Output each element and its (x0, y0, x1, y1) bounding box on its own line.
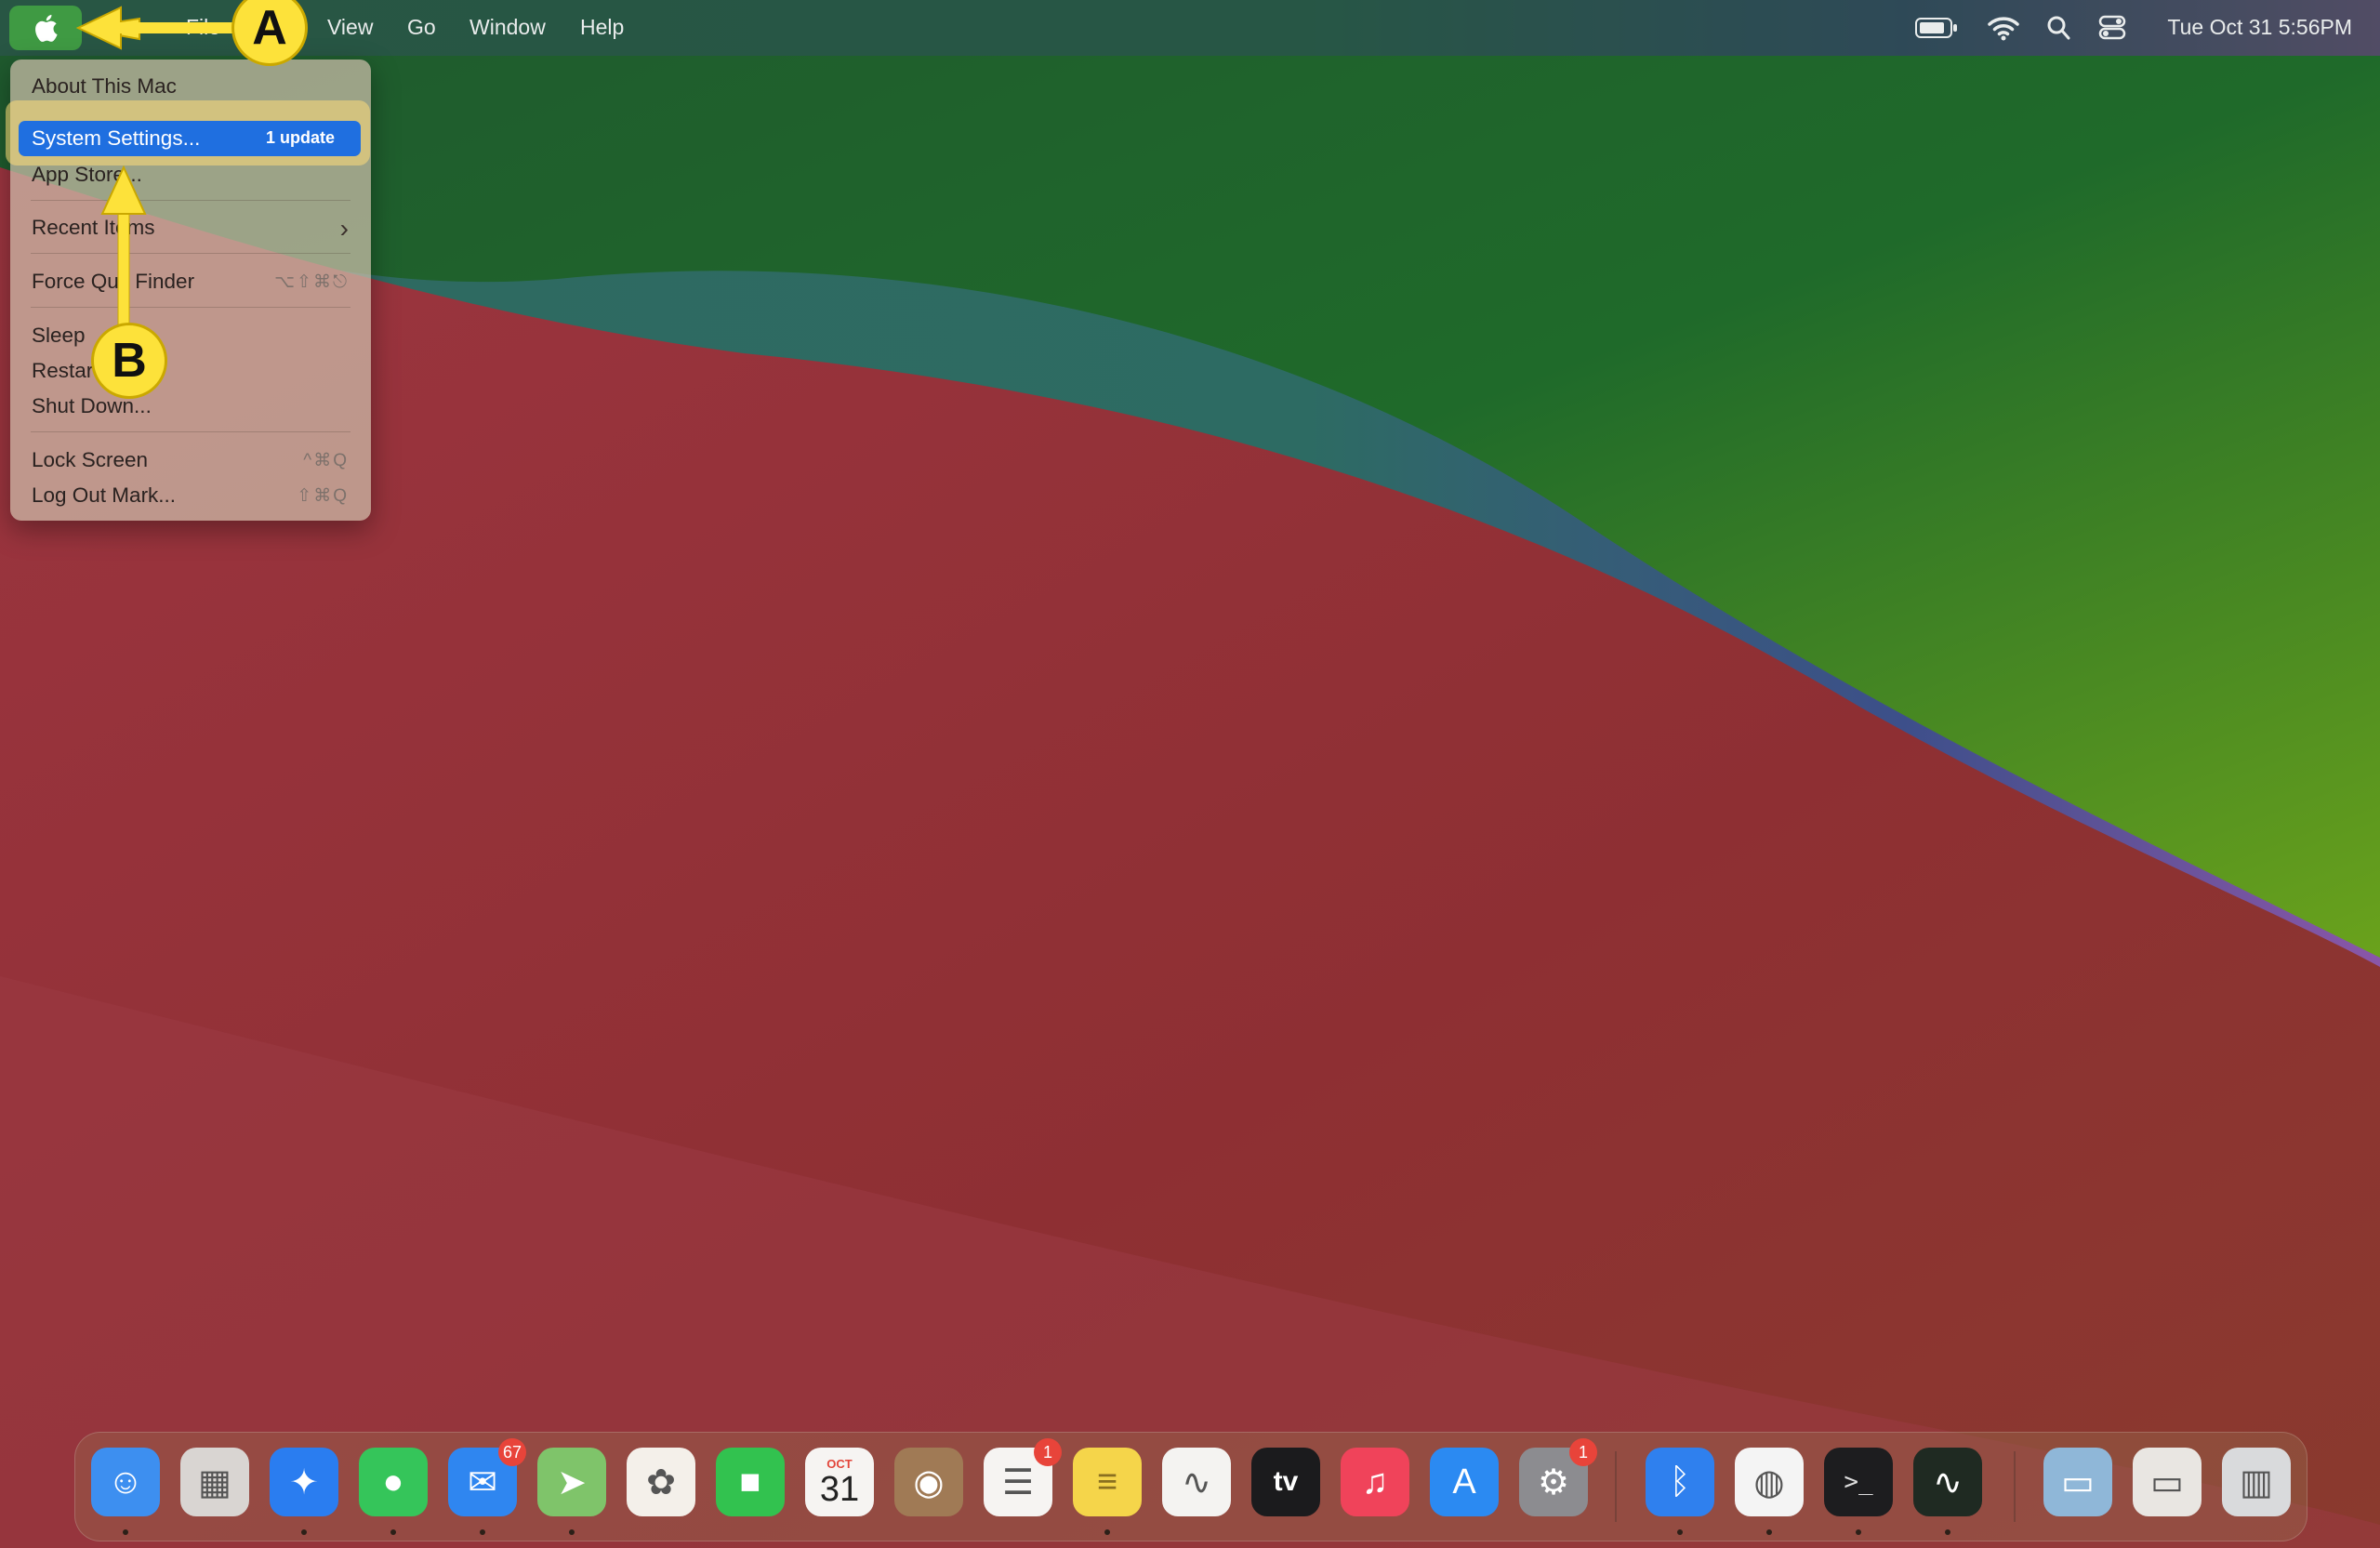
running-indicator (390, 1529, 396, 1535)
bluetooth-icon[interactable]: ᛒ (1646, 1448, 1714, 1516)
downloads-stack-icon-glyph: ▭ (2061, 1462, 2095, 1502)
documents-stack-icon[interactable]: ▭ (2133, 1448, 2202, 1516)
running-indicator (480, 1529, 485, 1535)
menu-separator (31, 307, 350, 308)
running-indicator (1766, 1529, 1772, 1535)
safari-icon-glyph: ✦ (289, 1462, 319, 1502)
menu-item-recent-items[interactable]: Recent Items › (32, 214, 371, 243)
chrome-icon-glyph: ◍ (1753, 1462, 1785, 1502)
control-center-icon[interactable] (2098, 15, 2126, 41)
menu-bar-clock[interactable]: Tue Oct 31 5:56PM (2167, 15, 2352, 40)
messages-icon-glyph: ● (382, 1462, 404, 1502)
system-settings-icon-glyph: ⚙ (1537, 1462, 1570, 1502)
running-indicator (1677, 1529, 1683, 1535)
terminal-icon[interactable]: >_ (1824, 1448, 1893, 1516)
freeform-icon[interactable]: ∿ (1162, 1448, 1231, 1516)
finder-icon-glyph: ☺ (107, 1462, 144, 1502)
mail-icon-glyph: ✉ (468, 1462, 497, 1502)
music-icon-glyph: ♫ (1361, 1462, 1389, 1502)
calendar-month-label: OCT (826, 1456, 853, 1471)
freeform-icon-glyph: ∿ (1182, 1462, 1211, 1502)
notes-icon[interactable]: ≡ (1073, 1448, 1142, 1516)
menu-separator (31, 253, 350, 254)
calendar-icon[interactable]: OCT 31 (805, 1448, 874, 1516)
bluetooth-icon-glyph: ᛒ (1669, 1462, 1691, 1502)
apple-menu-button[interactable] (9, 6, 82, 50)
appletv-icon[interactable]: tv (1251, 1448, 1320, 1516)
menu-view[interactable]: View (327, 15, 373, 40)
menu-separator (31, 200, 350, 201)
maps-icon[interactable]: ➤ (537, 1448, 606, 1516)
launchpad-icon-glyph: ▦ (198, 1462, 231, 1502)
running-indicator (123, 1529, 128, 1535)
dock-separator (2014, 1451, 2016, 1522)
facetime-icon[interactable]: ■ (716, 1448, 785, 1516)
contacts-icon-glyph: ◉ (913, 1462, 945, 1502)
safari-icon[interactable]: ✦ (270, 1448, 338, 1516)
notification-badge: 1 (1034, 1438, 1062, 1466)
maps-icon-glyph: ➤ (557, 1462, 587, 1502)
documents-stack-icon-glyph: ▭ (2150, 1462, 2184, 1502)
menu-file[interactable]: File (186, 15, 220, 40)
appstore-icon-glyph: A (1452, 1462, 1476, 1502)
apple-logo-icon (35, 14, 58, 42)
activity-monitor-icon[interactable]: ∿ (1913, 1448, 1982, 1516)
mail-icon[interactable]: ✉ 67 (448, 1438, 526, 1516)
activity-monitor-icon-glyph: ∿ (1933, 1462, 1963, 1502)
reminders-icon[interactable]: ☰ 1 (984, 1438, 1062, 1516)
trash-icon[interactable]: ▥ (2222, 1448, 2291, 1516)
running-indicator (1945, 1529, 1950, 1535)
appstore-icon[interactable]: A (1430, 1448, 1499, 1516)
downloads-stack-icon[interactable]: ▭ (2043, 1448, 2112, 1516)
dock-separator (1615, 1451, 1617, 1522)
appletv-label: tv (1273, 1466, 1299, 1497)
log-out-shortcut: ⇧⌘Q (297, 486, 349, 506)
music-icon[interactable]: ♫ (1341, 1448, 1409, 1516)
chevron-right-icon: › (339, 214, 349, 243)
menu-item-app-store[interactable]: App Store... (32, 163, 142, 187)
terminal-icon-glyph: >_ (1844, 1468, 1873, 1496)
menu-item-about-this-mac[interactable]: About This Mac (32, 74, 177, 99)
finder-icon[interactable]: ☺ (91, 1448, 160, 1516)
calendar-day-label: 31 (819, 1469, 860, 1509)
trash-icon-glyph: ▥ (2240, 1462, 2273, 1502)
notification-badge: 67 (498, 1438, 526, 1466)
menu-item-shut-down[interactable]: Shut Down... (32, 394, 152, 418)
launchpad-icon[interactable]: ▦ (180, 1448, 249, 1516)
notes-icon-glyph: ≡ (1096, 1462, 1118, 1502)
force-quit-shortcut: ⌥⇧⌘⎋ (274, 272, 349, 292)
spotlight-search-icon[interactable] (2046, 15, 2070, 41)
annotation-label-b: B (94, 325, 165, 396)
running-indicator (569, 1529, 575, 1535)
menu-item-lock-screen[interactable]: Lock Screen (32, 448, 148, 472)
running-indicator (1856, 1529, 1861, 1535)
battery-icon[interactable] (1915, 17, 1958, 39)
notification-badge: 1 (1569, 1438, 1597, 1466)
menu-separator (31, 431, 350, 432)
running-indicator (301, 1529, 307, 1535)
menu-item-force-quit[interactable]: Force Quit Finder (32, 270, 194, 294)
dock: ☺ ▦ ✦ ● ✉ 67 ➤ ✿ ■ OCT 31 ◉ ☰ 1 ≡ ∿ tv ♫ A ⚙ 1 ᛒ ◍ >_ ∿ ▭ ▭ ▥ (74, 1432, 2307, 1541)
chrome-icon[interactable]: ◍ (1735, 1448, 1804, 1516)
running-indicator (1104, 1529, 1110, 1535)
recent-items-label: Recent Items (32, 216, 155, 239)
reminders-icon-glyph: ☰ (1001, 1462, 1035, 1502)
lock-screen-shortcut: ^⌘Q (303, 451, 349, 470)
messages-icon[interactable]: ● (359, 1448, 428, 1516)
menu-window[interactable]: Window (469, 15, 546, 40)
menu-item-log-out[interactable]: Log Out Mark... (32, 483, 176, 508)
system-settings-icon[interactable]: ⚙ 1 (1519, 1438, 1597, 1516)
facetime-icon-glyph: ■ (739, 1462, 761, 1502)
menu-go[interactable]: Go (407, 15, 436, 40)
menu-bar: File View Go Window Help Tue Oct 31 5:56… (0, 0, 2380, 56)
photos-icon-glyph: ✿ (646, 1462, 676, 1502)
system-settings-label: System Settings... (32, 126, 201, 150)
update-badge: 1 update (265, 128, 335, 147)
menu-item-sleep[interactable]: Sleep (32, 324, 86, 348)
wifi-icon[interactable] (1988, 15, 2019, 41)
menu-item-system-settings[interactable]: System Settings... 1 update (19, 121, 361, 156)
photos-icon[interactable]: ✿ (627, 1448, 695, 1516)
menu-help[interactable]: Help (580, 15, 624, 40)
contacts-icon[interactable]: ◉ (894, 1448, 963, 1516)
